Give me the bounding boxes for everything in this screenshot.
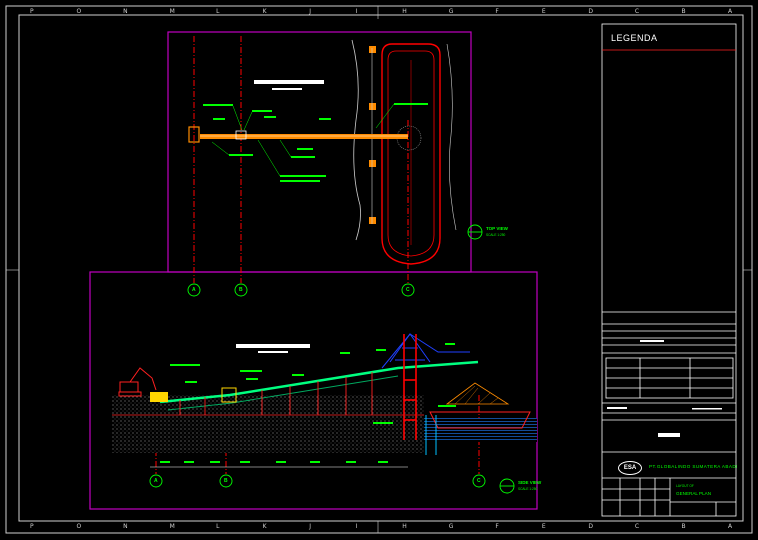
coal-stockpile <box>445 382 510 405</box>
frame-letter-g: G <box>448 523 454 530</box>
axis-label-b-side: B <box>224 478 228 484</box>
frame-letter-e: E <box>541 8 546 15</box>
title-block <box>601 23 737 517</box>
hopper-side <box>150 392 168 402</box>
coastline-right <box>446 43 457 231</box>
frame-letter-l: L <box>216 523 220 530</box>
top-view-annotations <box>203 103 428 182</box>
frame-letter-i: I <box>355 8 358 15</box>
frame-ticks <box>6 6 752 533</box>
frame-letter-g: G <box>448 8 454 15</box>
frame-letter-p: P <box>30 523 34 530</box>
excavator <box>118 367 157 397</box>
frame-letter-o: O <box>76 523 82 530</box>
side-view-label: SIDE VIEW <box>518 480 542 485</box>
frame-letter-h: H <box>402 8 407 15</box>
frame-letter-n: N <box>123 523 128 530</box>
top-view-label: TOP VIEW <box>486 226 508 231</box>
frame-letter-l: L <box>216 8 220 15</box>
frame-letter-o: O <box>76 8 82 15</box>
frame-letter-h: H <box>402 523 407 530</box>
axis-label-c-top: C <box>406 287 410 293</box>
axis-bubbles <box>149 283 486 488</box>
frame-letter-m: M <box>169 523 175 530</box>
drawing-subtitle: LAYOUT OF <box>676 484 694 488</box>
frame-letter-j: J <box>309 523 311 530</box>
frame-letter-a: A <box>728 8 733 15</box>
frame-letter-k: K <box>262 8 267 15</box>
frame-letter-f: F <box>495 8 499 15</box>
conveyor-plan <box>200 134 408 139</box>
top-view-scale: SCALE 1:250 <box>486 233 506 237</box>
axis-label-c-side: C <box>477 478 481 484</box>
frame-letter-b: B <box>681 8 686 15</box>
dimension-texts <box>160 461 388 463</box>
frame-letter-p: P <box>30 8 34 15</box>
top-view-title-bar <box>254 80 324 90</box>
frame-letter-m: M <box>169 8 175 15</box>
frame-letter-c: C <box>634 523 640 530</box>
side-view-title-bar <box>236 344 310 353</box>
frame-letter-e: E <box>541 523 546 530</box>
axis-label-a-top: A <box>192 287 196 293</box>
title-block-text-marks <box>607 340 722 437</box>
company-name: PT.GLOBALINDO SUMATERA ABADI <box>649 464 738 469</box>
frame-letter-i: I <box>355 523 358 530</box>
frame-letter-b: B <box>681 523 686 530</box>
frame-letter-n: N <box>123 8 128 15</box>
cad-drawing-sheet <box>5 5 753 534</box>
top-view-leaders <box>211 103 395 177</box>
axis-label-b-top: B <box>239 287 243 293</box>
frame-letter-c: C <box>634 8 640 15</box>
drawing-title: GENERAL PLAN <box>676 491 712 496</box>
outer-frame <box>5 5 753 534</box>
frame-letter-d: D <box>588 8 594 15</box>
side-view-scale: SCALE 1:250 <box>518 487 538 491</box>
frame-letter-a: A <box>728 523 733 530</box>
frame-letter-d: D <box>588 523 594 530</box>
coastline <box>351 39 361 241</box>
frame-letter-j: J <box>309 8 311 15</box>
stockpile-hatch <box>454 385 499 405</box>
barge <box>381 43 441 265</box>
frame-letter-k: K <box>262 523 267 530</box>
axis-label-a-side: A <box>154 478 158 484</box>
company-logo: ESA <box>618 461 642 475</box>
frame-letter-f: F <box>495 523 499 530</box>
top-view-viewport <box>167 31 472 273</box>
sea-water <box>424 418 537 442</box>
view-symbols <box>467 224 515 494</box>
legend-title: LEGENDA <box>611 33 658 43</box>
